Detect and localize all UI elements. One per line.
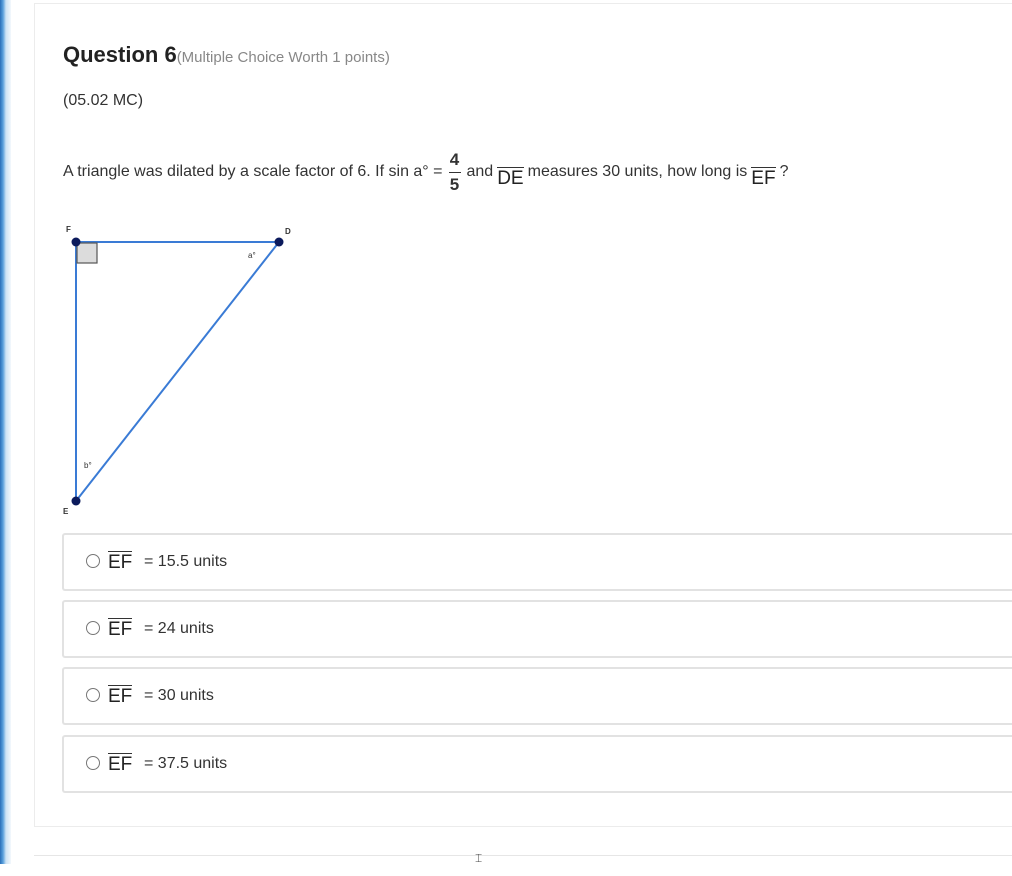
question-text-part2: and bbox=[466, 163, 494, 180]
fraction-bar bbox=[448, 171, 461, 173]
choice-radio[interactable] bbox=[86, 621, 100, 635]
left-accent-bar bbox=[0, 0, 11, 864]
label-f: F bbox=[66, 225, 71, 234]
question-code: (05.02 MC) bbox=[63, 92, 144, 109]
choice-option[interactable]: EF = 15.5 units bbox=[62, 533, 1012, 591]
next-question-card bbox=[34, 855, 1012, 876]
point-f bbox=[71, 237, 81, 247]
point-d bbox=[274, 237, 284, 247]
question-number: Question 6 bbox=[63, 42, 177, 67]
fraction-numerator: 4 bbox=[449, 149, 460, 169]
choice-option[interactable]: EF = 30 units bbox=[62, 667, 1012, 725]
question-header: Question 6(Multiple Choice Worth 1 point… bbox=[63, 42, 390, 68]
choice-segment: EF bbox=[108, 685, 133, 707]
segment-de: DE bbox=[497, 166, 524, 189]
right-angle-marker bbox=[76, 242, 98, 264]
choice-option[interactable]: EF = 37.5 units bbox=[62, 735, 1012, 793]
label-e: E bbox=[63, 507, 69, 516]
choice-value: = 24 units bbox=[144, 620, 214, 637]
choice-value: = 37.5 units bbox=[144, 755, 228, 772]
choice-segment: EF bbox=[108, 618, 133, 640]
angle-a-label: a° bbox=[248, 251, 256, 260]
angle-b-label: b° bbox=[84, 461, 92, 470]
question-text-part1: A triangle was dilated by a scale factor… bbox=[63, 163, 443, 180]
point-e bbox=[71, 496, 81, 506]
choice-value: = 15.5 units bbox=[144, 553, 228, 570]
choice-segment: EF bbox=[108, 753, 133, 775]
choice-option[interactable]: EF = 24 units bbox=[62, 600, 1012, 658]
question-text: A triangle was dilated by a scale factor… bbox=[63, 146, 1003, 198]
fraction: 4 5 bbox=[448, 149, 461, 194]
question-text-part3: measures 30 units, how long is bbox=[527, 163, 748, 180]
choice-value: = 30 units bbox=[144, 687, 214, 704]
choice-radio[interactable] bbox=[86, 756, 100, 770]
question-text-part4: ? bbox=[779, 163, 789, 180]
segment-ef: EF bbox=[751, 166, 776, 189]
choice-radio[interactable] bbox=[86, 554, 100, 568]
text-cursor-icon: ⌶ bbox=[475, 851, 483, 865]
triangle-diagram: F D E a° b° bbox=[63, 225, 291, 516]
side-de bbox=[75, 241, 280, 502]
fraction-denominator: 5 bbox=[449, 174, 460, 194]
label-d: D bbox=[285, 227, 291, 236]
question-meta: (Multiple Choice Worth 1 points) bbox=[176, 49, 390, 66]
choice-radio[interactable] bbox=[86, 688, 100, 702]
choice-segment: EF bbox=[108, 551, 133, 573]
